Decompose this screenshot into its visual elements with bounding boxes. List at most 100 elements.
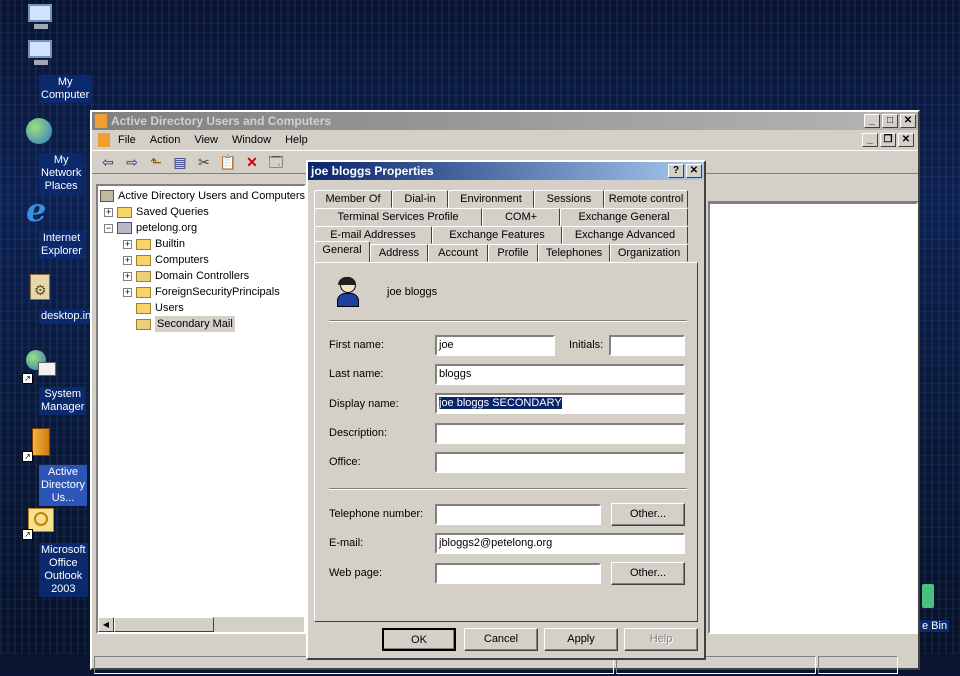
horizontal-scrollbar[interactable]: ◀ — [98, 616, 304, 632]
desktop-icon-active-directory[interactable]: ↗ Active Directory Us... — [0, 428, 88, 506]
close-button[interactable]: ✕ — [900, 114, 916, 128]
desktop-icon-network-places[interactable]: My Network Places — [0, 116, 84, 194]
dialog-titlebar[interactable]: joe bloggs Properties ? ✕ — [308, 162, 704, 180]
child-minimize-button[interactable]: _ — [862, 133, 878, 147]
tab-account[interactable]: Account — [428, 244, 488, 262]
tab-exchange-advanced[interactable]: Exchange Advanced — [562, 226, 688, 244]
tab-telephones[interactable]: Telephones — [538, 244, 610, 262]
tab-terminal-services-profile[interactable]: Terminal Services Profile — [314, 208, 482, 226]
office-label: Office: — [329, 456, 361, 468]
back-icon[interactable]: ⇦ — [98, 153, 118, 171]
menu-view[interactable]: View — [194, 134, 218, 146]
expand-icon[interactable]: + — [123, 287, 132, 297]
description-field[interactable] — [435, 423, 685, 444]
tab-organization[interactable]: Organization — [610, 244, 688, 262]
desktop-icon-label: Active Directory Us... — [39, 465, 88, 506]
main-titlebar[interactable]: Active Directory Users and Computers _ □… — [92, 112, 918, 130]
paste-icon[interactable]: 📋 — [218, 153, 238, 171]
scrollbar-thumb[interactable] — [114, 617, 214, 632]
menu-help[interactable]: Help — [285, 134, 308, 146]
desktop-icon-my-computer[interactable]: My Computer — [0, 38, 92, 103]
tab-remote-control[interactable]: Remote control — [604, 190, 688, 208]
collapse-icon[interactable]: − — [104, 223, 113, 233]
tab-row-2: Terminal Services Profile COM+ Exchange … — [314, 208, 700, 226]
main-window-title: Active Directory Users and Computers — [111, 114, 332, 128]
minimize-button[interactable]: _ — [864, 114, 880, 128]
tab-address[interactable]: Address — [370, 244, 428, 262]
child-restore-button[interactable]: ❐ — [880, 133, 896, 147]
tab-environment[interactable]: Environment — [448, 190, 534, 208]
tab-com-plus[interactable]: COM+ — [482, 208, 560, 226]
menu-file[interactable]: File — [118, 134, 136, 146]
folder-icon — [136, 238, 151, 250]
expand-icon[interactable]: + — [123, 255, 132, 265]
desktop-icon-system-manager[interactable]: ↗ System Manager — [0, 350, 87, 415]
tree-item-foreign-security[interactable]: + ForeignSecurityPrincipals — [123, 284, 280, 300]
desktop-icon-desktop-ini[interactable]: ⚙ desktop.ini — [0, 272, 96, 324]
tree-item-builtin[interactable]: + Builtin — [123, 236, 185, 252]
expand-icon[interactable]: + — [123, 239, 132, 249]
tree-item-domain[interactable]: − petelong.org — [104, 220, 197, 236]
delete-icon[interactable]: ✕ — [242, 153, 262, 171]
show-tree-icon[interactable]: ▤ — [170, 153, 190, 171]
help-button[interactable]: Help — [624, 628, 698, 651]
initials-field[interactable] — [609, 335, 685, 356]
details-pane[interactable] — [708, 202, 918, 634]
forward-icon[interactable]: ⇨ — [122, 153, 142, 171]
tree-item-users[interactable]: Users — [136, 300, 184, 316]
expand-icon[interactable]: + — [104, 207, 113, 217]
web-page-other-button[interactable]: Other... — [611, 562, 685, 585]
apply-button[interactable]: Apply — [544, 628, 618, 651]
cancel-button[interactable]: Cancel — [464, 628, 538, 651]
telephone-field[interactable] — [435, 504, 601, 525]
desktop-icon-recycle-bin[interactable]: e Bin — [920, 584, 960, 638]
display-name-field[interactable]: joe bloggs SECONDARY — [435, 393, 685, 414]
properties-icon[interactable]: 🗔 — [266, 153, 286, 171]
menu-action[interactable]: Action — [150, 134, 181, 146]
display-name-label: Display name: — [329, 398, 399, 410]
child-close-button[interactable]: ✕ — [898, 133, 914, 147]
computer-icon — [22, 38, 56, 72]
tab-general[interactable]: General — [314, 241, 370, 262]
ok-button[interactable]: OK — [382, 628, 456, 651]
app-menu-icon[interactable] — [98, 133, 110, 147]
tab-sessions[interactable]: Sessions — [534, 190, 604, 208]
desktop-icon-label: e Bin — [920, 620, 950, 632]
maximize-button[interactable]: □ — [882, 114, 898, 128]
separator — [329, 320, 687, 322]
tab-exchange-general[interactable]: Exchange General — [560, 208, 688, 226]
email-field[interactable]: jbloggs2@petelong.org — [435, 533, 685, 554]
tree-item-domain-controllers[interactable]: + Domain Controllers — [123, 268, 249, 284]
console-tree[interactable]: Active Directory Users and Computers + S… — [96, 184, 306, 634]
properties-dialog[interactable]: joe bloggs Properties ? ✕ Member Of Dial… — [306, 160, 706, 660]
desktop-icon-label: Microsoft Office Outlook 2003 — [39, 543, 88, 597]
last-name-field[interactable]: bloggs — [435, 364, 685, 385]
telephone-other-button[interactable]: Other... — [611, 503, 685, 526]
tab-exchange-features[interactable]: Exchange Features — [432, 226, 562, 244]
desktop-icon-outlook[interactable]: ↗ Microsoft Office Outlook 2003 — [0, 506, 88, 597]
expand-icon[interactable]: + — [123, 271, 132, 281]
scroll-left-icon[interactable]: ◀ — [98, 617, 114, 632]
tab-dial-in[interactable]: Dial-in — [392, 190, 448, 208]
up-folder-icon[interactable]: ⬑ — [146, 153, 166, 171]
menu-window[interactable]: Window — [232, 134, 271, 146]
tab-row-4: General Address Account Profile Telephon… — [314, 241, 700, 262]
ou-folder-icon — [136, 318, 151, 330]
help-question-button[interactable]: ? — [668, 164, 684, 178]
dialog-close-button[interactable]: ✕ — [686, 164, 702, 178]
web-page-field[interactable] — [435, 563, 601, 584]
tab-member-of[interactable]: Member Of — [314, 190, 392, 208]
app-icon — [95, 114, 107, 128]
tree-item-saved-queries[interactable]: + Saved Queries — [104, 204, 209, 220]
cut-icon[interactable]: ✂ — [194, 153, 214, 171]
list-header — [708, 184, 918, 202]
office-field[interactable] — [435, 452, 685, 473]
tab-profile[interactable]: Profile — [488, 244, 538, 262]
tree-item-secondary-mail[interactable]: Secondary Mail — [136, 316, 235, 332]
active-directory-icon: ↗ — [22, 428, 56, 462]
desktop-icon-internet-explorer[interactable]: e Internet Explorer — [0, 194, 84, 259]
first-name-field[interactable]: joe — [435, 335, 555, 356]
tree-root[interactable]: Active Directory Users and Computers — [100, 188, 305, 204]
tree-item-computers[interactable]: + Computers — [123, 252, 209, 268]
desktop-icon-computer-top[interactable] — [0, 2, 78, 39]
